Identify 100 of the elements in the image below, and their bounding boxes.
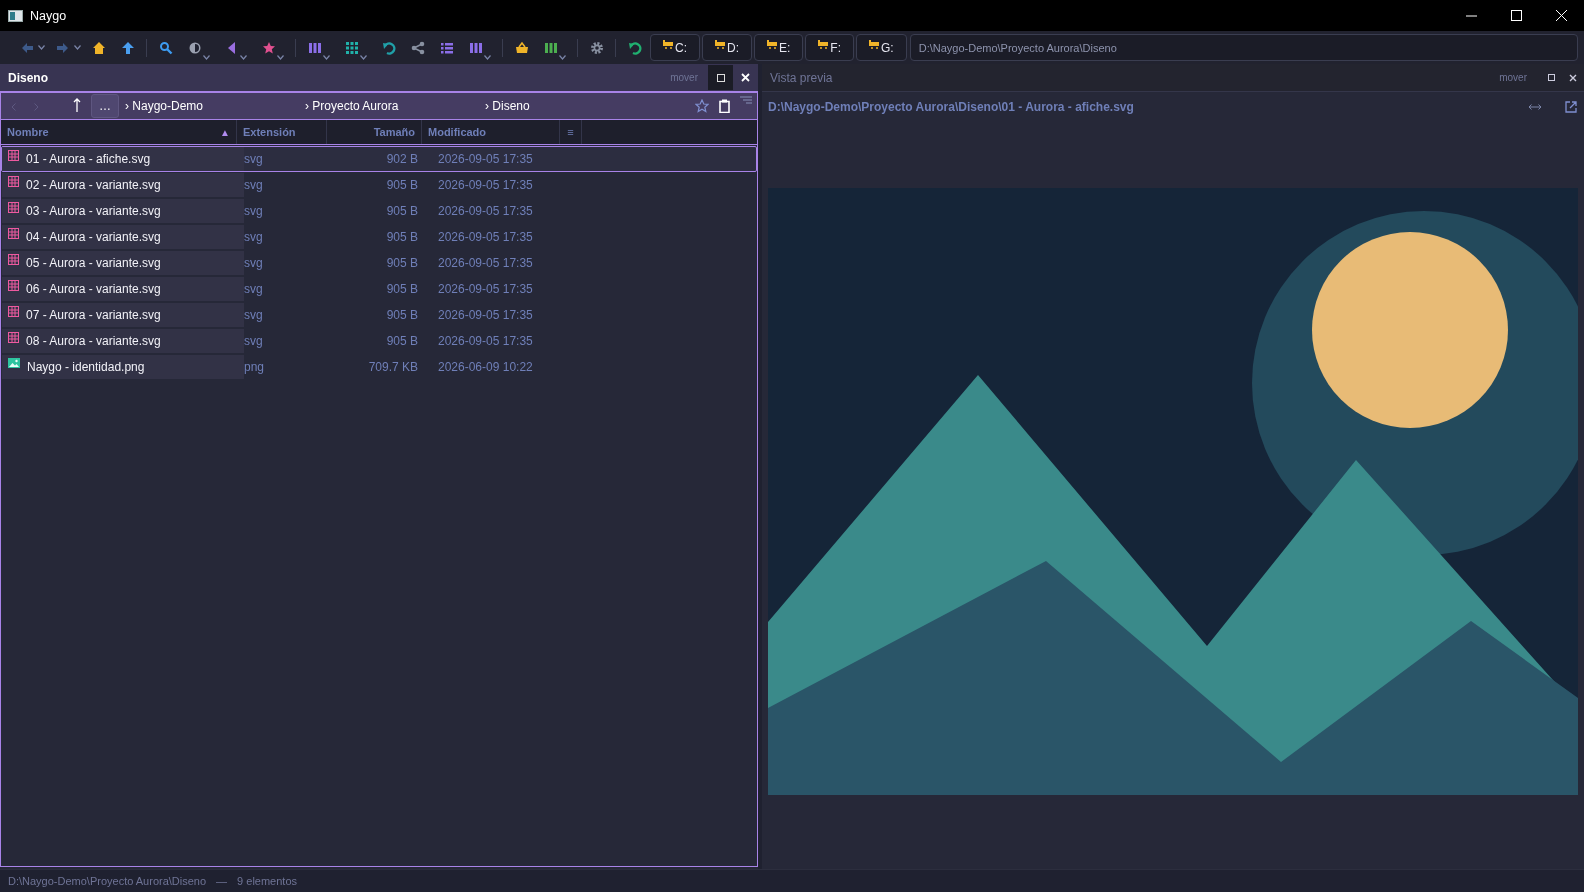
file-row[interactable]: 01 - Aurora - afiche.svg svg 902 B 2026-09-05 17:35 bbox=[1, 146, 757, 172]
restore-icon bbox=[1548, 74, 1555, 81]
file-row[interactable]: 07 - Aurora - variante.svg svg 905 B 2026-09-05 17:35 bbox=[1, 302, 757, 328]
breadcrumb-item[interactable]: › Naygo-Demo bbox=[125, 99, 204, 113]
file-name: 07 - Aurora - variante.svg bbox=[26, 308, 161, 322]
drive-icon bbox=[767, 40, 777, 49]
settings-icon bbox=[589, 40, 604, 55]
column-header[interactable]: Nombre bbox=[7, 126, 49, 138]
table-cell-text: 709.7 KB bbox=[367, 359, 419, 376]
table-cell-text: 2026-09-05 17:35 bbox=[437, 307, 534, 324]
column-menu-button[interactable]: ≡ bbox=[567, 126, 574, 138]
up-arrow-icon bbox=[120, 40, 135, 55]
table-cell-text: 2026-09-05 17:35 bbox=[437, 151, 534, 168]
chevron-left-icon bbox=[11, 102, 16, 111]
window-title: Naygo bbox=[30, 8, 68, 23]
file-row[interactable]: 02 - Aurora - variante.svg svg 905 B 2026-09-05 17:35 bbox=[1, 172, 757, 198]
columns-icon bbox=[543, 40, 558, 55]
table-cell-text: 2026-06-09 10:22 bbox=[437, 359, 534, 376]
file-name: 05 - Aurora - variante.svg bbox=[26, 256, 161, 270]
item-count: 9 elementos bbox=[237, 875, 298, 887]
drive-icon bbox=[715, 40, 725, 49]
list-icon bbox=[439, 40, 454, 55]
drive-button[interactable]: F: bbox=[805, 34, 854, 61]
close-icon bbox=[741, 73, 750, 82]
drive-button[interactable]: G: bbox=[856, 34, 907, 61]
caret-icon bbox=[202, 54, 210, 60]
drive-icon bbox=[663, 40, 673, 49]
double-arrow-icon bbox=[1529, 104, 1541, 110]
table-cell-text: 2026-09-05 17:35 bbox=[437, 333, 534, 350]
file-name: 03 - Aurora - variante.svg bbox=[26, 204, 161, 218]
file-row[interactable]: 06 - Aurora - variante.svg svg 905 B 2026-09-05 17:35 bbox=[1, 276, 757, 302]
drive-button[interactable]: C: bbox=[650, 34, 700, 61]
restore-button[interactable] bbox=[708, 65, 733, 90]
panel-title: Diseno bbox=[8, 70, 49, 85]
file-row[interactable]: 08 - Aurora - variante.svg svg 905 B 2026-09-05 17:35 bbox=[1, 328, 757, 354]
column-header[interactable]: Extensión bbox=[243, 126, 296, 138]
table-cell-text: svg bbox=[244, 281, 264, 298]
table-cell-text: svg bbox=[244, 177, 264, 194]
table-cell-text: png bbox=[244, 359, 266, 376]
file-name: Naygo - identidad.png bbox=[27, 360, 145, 374]
star-icon bbox=[261, 40, 276, 55]
share-icon bbox=[410, 40, 425, 55]
restore-icon bbox=[716, 73, 725, 82]
table-cell-text: 2026-09-05 17:35 bbox=[437, 255, 534, 272]
caret-icon bbox=[359, 54, 367, 60]
file-row[interactable]: 04 - Aurora - variante.svg svg 905 B 2026-09-05 17:35 bbox=[1, 224, 757, 250]
star-icon bbox=[695, 99, 709, 113]
forward-icon bbox=[55, 40, 70, 55]
table-cell-text: svg bbox=[244, 333, 264, 350]
table-cell-text: 2026-09-05 17:35 bbox=[437, 203, 534, 220]
drive-icon bbox=[818, 40, 829, 49]
columns-icon bbox=[468, 40, 483, 55]
clipboard-icon bbox=[719, 99, 730, 113]
grid-icon bbox=[344, 40, 359, 55]
caret-icon bbox=[38, 45, 45, 50]
breadcrumb-item[interactable]: › Diseno bbox=[485, 99, 530, 113]
file-name: 04 - Aurora - variante.svg bbox=[26, 230, 161, 244]
file-name: 06 - Aurora - variante.svg bbox=[26, 282, 161, 296]
columns-icon bbox=[307, 40, 322, 55]
more-button[interactable]: … bbox=[91, 94, 119, 118]
file-row[interactable]: Naygo - identidad.png png 709.7 KB 2026-06-09 10:22 bbox=[1, 354, 757, 380]
maximize-icon bbox=[1511, 10, 1522, 21]
address-field[interactable]: D:\Naygo-Demo\Proyecto Aurora\Diseno bbox=[909, 34, 1578, 61]
search-icon bbox=[158, 40, 173, 55]
contrast-icon bbox=[187, 40, 202, 55]
table-cell-text: 905 B bbox=[385, 307, 419, 324]
drive-button[interactable]: E: bbox=[754, 34, 804, 61]
up-arrow-icon bbox=[73, 97, 81, 112]
drive-button[interactable]: D: bbox=[702, 34, 752, 61]
file-name: 02 - Aurora - variante.svg bbox=[26, 178, 161, 192]
file-name: 08 - Aurora - variante.svg bbox=[26, 334, 161, 348]
panel-title: Vista previa bbox=[770, 70, 834, 85]
table-cell-text: svg bbox=[244, 255, 264, 272]
table-cell-text: 905 B bbox=[385, 229, 419, 246]
home-icon bbox=[91, 40, 106, 55]
status-separator: — bbox=[216, 875, 228, 887]
sort-indicator: ▲ bbox=[220, 126, 230, 138]
table-cell-text: 905 B bbox=[385, 255, 419, 272]
table-cell-text: 2026-09-05 17:35 bbox=[437, 177, 534, 194]
file-row[interactable]: 05 - Aurora - variante.svg svg 905 B 2026-09-05 17:35 bbox=[1, 250, 757, 276]
caret-icon bbox=[322, 54, 330, 60]
column-header[interactable]: Tamaño bbox=[373, 126, 415, 138]
image-icon bbox=[8, 358, 20, 368]
breadcrumb-item[interactable]: › Proyecto Aurora bbox=[305, 99, 399, 113]
basket-icon bbox=[514, 40, 529, 55]
close-icon bbox=[1556, 10, 1567, 21]
undo-icon bbox=[627, 40, 642, 55]
table-cell-text: svg bbox=[244, 203, 264, 220]
column-header[interactable]: Modificado bbox=[428, 126, 487, 138]
caret-icon bbox=[276, 54, 284, 60]
open-external-icon bbox=[1565, 101, 1577, 113]
table-cell-text: 905 B bbox=[385, 333, 419, 350]
table-cell-text: 902 B bbox=[385, 151, 419, 168]
table-cell-text: 905 B bbox=[385, 203, 419, 220]
caret-icon bbox=[483, 54, 491, 60]
app-icon bbox=[8, 9, 23, 22]
file-row[interactable]: 03 - Aurora - variante.svg svg 905 B 2026-09-05 17:35 bbox=[1, 198, 757, 224]
table-cell-text: 905 B bbox=[385, 177, 419, 194]
undo-icon bbox=[381, 40, 396, 55]
caret-icon bbox=[558, 54, 566, 60]
